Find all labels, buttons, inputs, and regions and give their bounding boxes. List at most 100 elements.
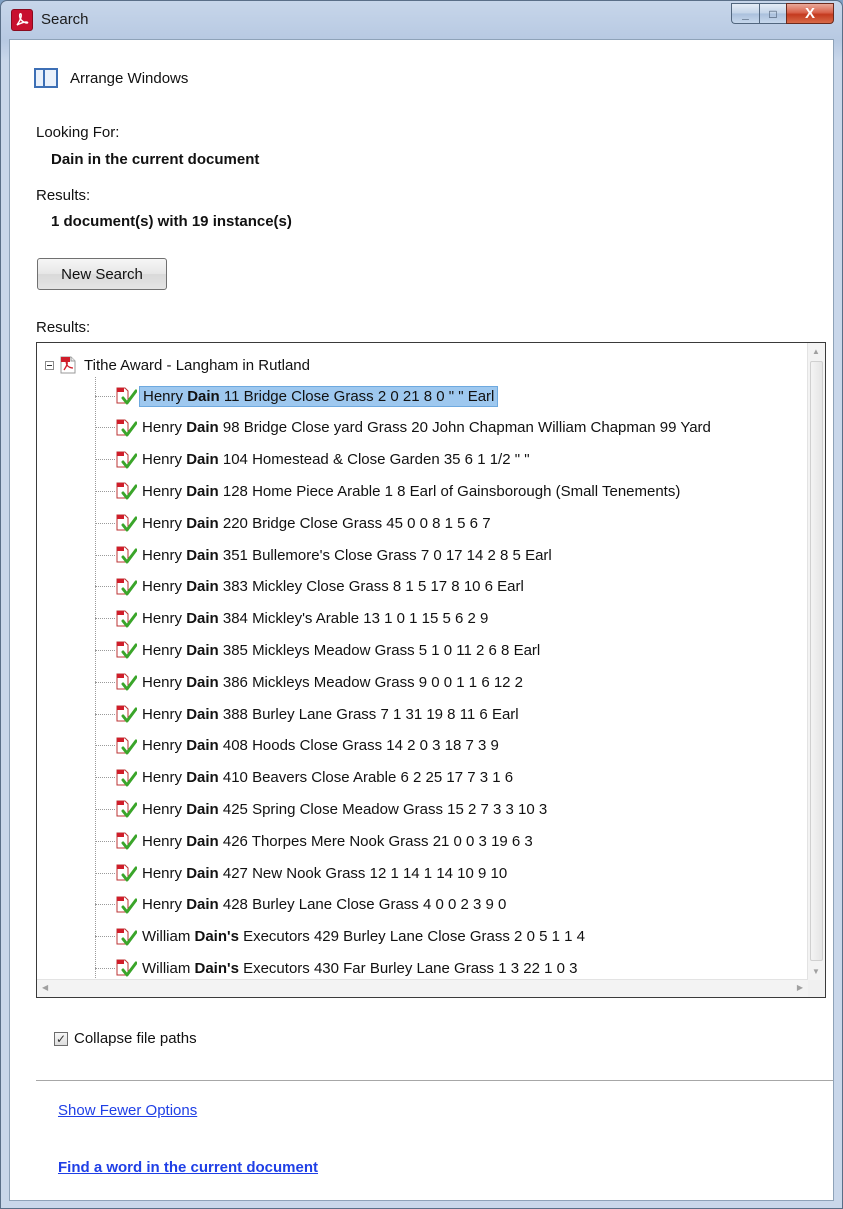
- search-hit-icon: [115, 418, 138, 438]
- result-match: Dain: [186, 800, 219, 818]
- results-summary-value: 1 document(s) with 19 instance(s): [51, 213, 292, 230]
- result-row[interactable]: Henry Dain 128 Home Piece Arable 1 8 Ear…: [95, 478, 683, 504]
- result-row[interactable]: Henry Dain 220 Bridge Close Grass 45 0 0…: [95, 510, 494, 536]
- arrange-windows-button[interactable]: Arrange Windows: [34, 68, 188, 88]
- vertical-scrollbar[interactable]: ▲ ▼: [807, 343, 825, 980]
- result-match: Dain: [186, 641, 219, 659]
- result-suffix: 351 Bullemore's Close Grass 7 0 17 14 2 …: [218, 546, 552, 564]
- search-panel: Arrange Windows Looking For: Dain in the…: [9, 39, 834, 1201]
- result-row[interactable]: Henry Dain 98 Bridge Close yard Grass 20…: [95, 415, 714, 441]
- result-text: Henry Dain 383 Mickley Close Grass 8 1 5…: [139, 577, 527, 596]
- result-suffix: 410 Beavers Close Arable 6 2 25 17 7 3 1…: [218, 769, 514, 787]
- result-prefix: Henry: [142, 514, 187, 532]
- result-row[interactable]: Henry Dain 426 Thorpes Mere Nook Grass 2…: [95, 828, 536, 854]
- result-text: Henry Dain 351 Bullemore's Close Grass 7…: [139, 546, 555, 565]
- result-prefix: Henry: [142, 800, 187, 818]
- vertical-scroll-thumb[interactable]: [810, 361, 823, 961]
- result-text: Henry Dain 386 Mickleys Meadow Grass 9 0…: [139, 673, 526, 692]
- result-row[interactable]: Henry Dain 351 Bullemore's Close Grass 7…: [95, 542, 555, 568]
- search-hit-icon: [115, 799, 138, 819]
- result-match: Dain: [186, 705, 219, 723]
- find-word-link[interactable]: Find a word in the current document: [58, 1159, 318, 1176]
- result-row[interactable]: Henry Dain 383 Mickley Close Grass 8 1 5…: [95, 574, 527, 600]
- result-text: William Dain's Executors 429 Burley Lane…: [139, 927, 588, 946]
- search-hit-icon: [115, 895, 138, 915]
- title-bar[interactable]: Search _ □ X: [1, 1, 842, 39]
- results-tree[interactable]: Tithe Award - Langham in Rutland Henry D…: [36, 342, 826, 998]
- search-hit-icon: [115, 768, 138, 788]
- result-prefix: William: [142, 928, 195, 946]
- result-suffix: 385 Mickleys Meadow Grass 5 1 0 11 2 6 8…: [218, 641, 541, 659]
- result-suffix: Executors 429 Burley Lane Close Grass 2 …: [238, 928, 585, 946]
- new-search-button[interactable]: New Search: [37, 258, 167, 290]
- result-row[interactable]: Henry Dain 384 Mickley's Arable 13 1 0 1…: [95, 606, 491, 632]
- looking-for-label: Looking For:: [36, 124, 120, 141]
- result-text: Henry Dain 220 Bridge Close Grass 45 0 0…: [139, 514, 494, 533]
- result-row[interactable]: Henry Dain 408 Hoods Close Grass 14 2 0 …: [95, 733, 502, 759]
- result-match: Dain: [186, 610, 219, 628]
- close-button[interactable]: X: [786, 3, 834, 24]
- result-row[interactable]: Henry Dain 386 Mickleys Meadow Grass 9 0…: [95, 669, 526, 695]
- looking-for-value: Dain in the current document: [51, 151, 260, 168]
- search-hit-icon: [115, 736, 138, 756]
- collapse-file-paths-option[interactable]: ✓ Collapse file paths: [54, 1030, 197, 1047]
- scroll-down-icon[interactable]: ▼: [812, 967, 820, 976]
- result-suffix: 104 Homestead & Close Garden 35 6 1 1/2 …: [218, 451, 530, 469]
- result-suffix: 386 Mickleys Meadow Grass 9 0 0 1 1 6 12…: [218, 673, 524, 691]
- result-match: Dain: [186, 896, 219, 914]
- collapse-toggle-icon[interactable]: [45, 360, 54, 370]
- result-prefix: Henry: [142, 451, 187, 469]
- arrange-windows-icon: [34, 68, 58, 88]
- result-row[interactable]: Henry Dain 428 Burley Lane Close Grass 4…: [95, 892, 509, 918]
- result-match: Dain: [186, 514, 219, 532]
- tree-connector: [95, 459, 115, 461]
- result-match: Dain: [186, 864, 219, 882]
- result-row[interactable]: Henry Dain 410 Beavers Close Arable 6 2 …: [95, 765, 516, 791]
- collapse-file-paths-checkbox[interactable]: ✓: [54, 1031, 68, 1046]
- tree-connector: [95, 395, 115, 397]
- result-match: Dain: [186, 769, 219, 787]
- result-row[interactable]: Henry Dain 104 Homestead & Close Garden …: [95, 447, 533, 473]
- show-fewer-options-link[interactable]: Show Fewer Options: [58, 1102, 197, 1119]
- result-text: Henry Dain 426 Thorpes Mere Nook Grass 2…: [139, 832, 536, 851]
- horizontal-scrollbar[interactable]: ◀ ▶: [37, 979, 808, 997]
- scroll-left-icon[interactable]: ◀: [42, 983, 48, 992]
- result-match: Dain: [186, 482, 219, 500]
- result-suffix: 98 Bridge Close yard Grass 20 John Chapm…: [218, 419, 711, 437]
- tree-connector: [95, 427, 115, 429]
- minimize-button[interactable]: _: [731, 3, 759, 24]
- result-row[interactable]: William Dain's Executors 429 Burley Lane…: [95, 924, 588, 950]
- close-icon: X: [804, 5, 815, 22]
- search-window: Search _ □ X Arrange Windows Looking For…: [0, 0, 843, 1209]
- tree-connector: [95, 522, 115, 524]
- result-prefix: Henry: [142, 673, 187, 691]
- tree-connector: [95, 745, 115, 747]
- maximize-button[interactable]: □: [759, 3, 786, 24]
- result-suffix: 428 Burley Lane Close Grass 4 0 0 2 3 9 …: [218, 896, 507, 914]
- result-match: Dain's: [194, 928, 239, 946]
- result-row[interactable]: Henry Dain 11 Bridge Close Grass 2 0 21 …: [95, 383, 499, 409]
- result-prefix: Henry: [142, 896, 187, 914]
- maximize-icon: □: [769, 6, 777, 21]
- result-text: Henry Dain 428 Burley Lane Close Grass 4…: [139, 895, 509, 914]
- scroll-up-icon[interactable]: ▲: [812, 347, 820, 356]
- result-row[interactable]: William Dain's Executors 430 Far Burley …: [95, 955, 580, 981]
- result-prefix: Henry: [142, 705, 187, 723]
- tree-root-document[interactable]: Tithe Award - Langham in Rutland: [45, 353, 310, 377]
- result-row[interactable]: Henry Dain 427 New Nook Grass 12 1 14 1 …: [95, 860, 510, 886]
- result-row[interactable]: Henry Dain 385 Mickleys Meadow Grass 5 1…: [95, 637, 543, 663]
- search-hit-icon: [115, 927, 138, 947]
- arrange-windows-label: Arrange Windows: [70, 69, 189, 87]
- result-prefix: Henry: [142, 482, 187, 500]
- tree-connector: [95, 967, 115, 969]
- result-suffix: 408 Hoods Close Grass 14 2 0 3 18 7 3 9: [218, 737, 499, 755]
- tree-connector: [95, 649, 115, 651]
- search-hit-icon: [115, 577, 138, 597]
- result-prefix: William: [142, 959, 195, 977]
- scroll-right-icon[interactable]: ▶: [797, 983, 803, 992]
- result-row[interactable]: Henry Dain 388 Burley Lane Grass 7 1 31 …: [95, 701, 522, 727]
- result-prefix: Henry: [142, 737, 187, 755]
- result-suffix: 426 Thorpes Mere Nook Grass 21 0 0 3 19 …: [218, 832, 533, 850]
- checkmark-icon: ✓: [55, 1031, 67, 1046]
- result-row[interactable]: Henry Dain 425 Spring Close Meadow Grass…: [95, 796, 550, 822]
